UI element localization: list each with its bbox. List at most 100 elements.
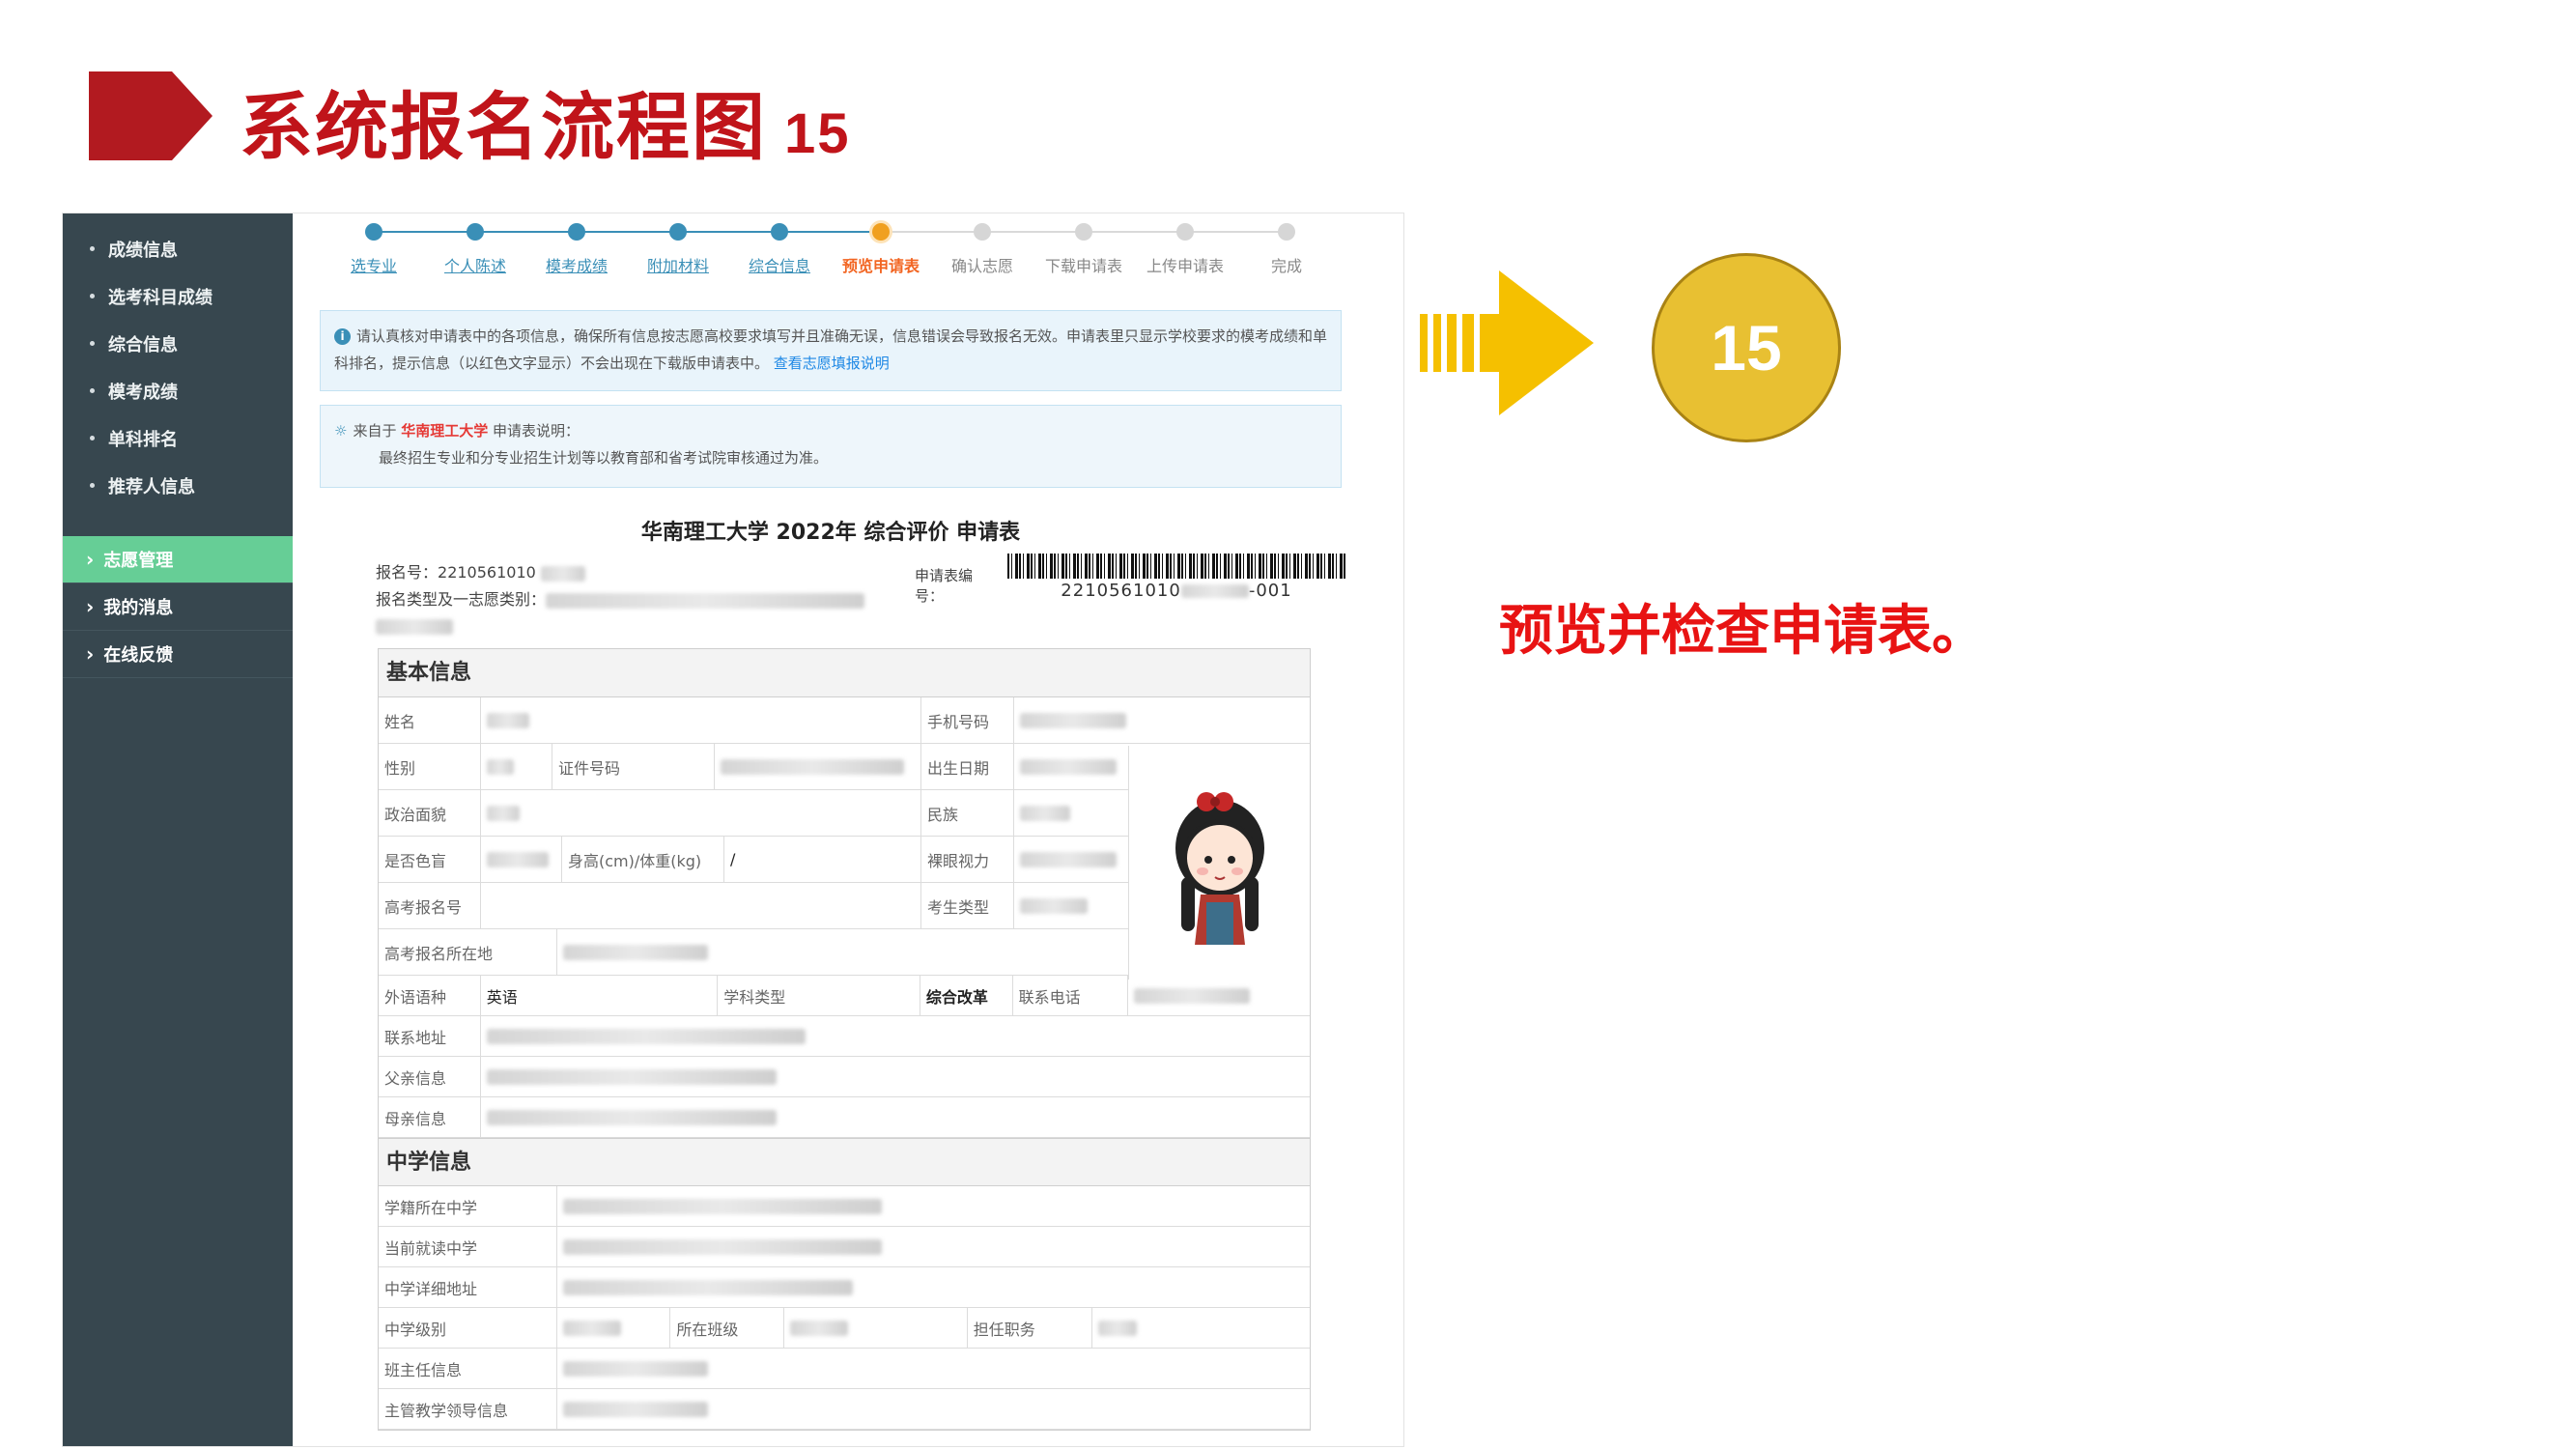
sidebar-nav-item[interactable]: › 在线反馈 bbox=[63, 631, 293, 678]
step-circle-icon bbox=[1176, 223, 1194, 241]
form-title: 华南理工大学 2022年 综合评价 申请表 bbox=[640, 521, 1021, 545]
label-duty: 担任职务 bbox=[968, 1308, 1093, 1348]
application-form-table: 基本信息 姓名 手机号码 性别 证件号码 出生日期 政治面貌 民族 是否色盲 身… bbox=[378, 648, 1311, 1431]
sidebar-item[interactable]: 推荐人信息 bbox=[63, 462, 293, 509]
bullet-icon bbox=[90, 246, 95, 251]
label-id-no: 证件号码 bbox=[552, 744, 715, 789]
next-arrow-icon bbox=[1420, 270, 1594, 415]
slide-title-number: 15 bbox=[784, 102, 851, 165]
sidebar-nav-item[interactable]: › 我的消息 bbox=[63, 583, 293, 631]
label-birth: 出生日期 bbox=[921, 744, 1014, 789]
step-label: 完成 bbox=[1270, 257, 1302, 275]
step-number-badge: 15 bbox=[1652, 253, 1841, 442]
bullet-icon bbox=[90, 294, 95, 298]
sidebar-nav-label: 我的消息 bbox=[103, 598, 174, 618]
label-ethnic: 民族 bbox=[921, 790, 1014, 836]
sidebar-item-label: 推荐人信息 bbox=[108, 476, 195, 497]
bullet-icon bbox=[90, 483, 95, 488]
label-reg-school: 学籍所在中学 bbox=[379, 1186, 557, 1226]
applicant-photo bbox=[1128, 746, 1310, 980]
label-class: 所在班级 bbox=[670, 1308, 785, 1348]
chevron-right-icon: › bbox=[86, 595, 95, 618]
label-teacher: 班主任信息 bbox=[379, 1349, 557, 1388]
label-height-weight: 身高(cm)/体重(kg) bbox=[562, 837, 724, 882]
label-lang: 外语语种 bbox=[379, 976, 481, 1015]
value-subject-type: 综合改革 bbox=[920, 976, 1013, 1015]
application-number: 申请表编号： 2210561010 -001 bbox=[915, 554, 1345, 606]
sidebar-item-label: 成绩信息 bbox=[108, 240, 178, 261]
step-circle-icon bbox=[467, 223, 484, 241]
label-gender: 性别 bbox=[379, 744, 481, 789]
stepper-step: 完成 bbox=[1238, 223, 1335, 276]
step-label: 综合信息 bbox=[748, 257, 810, 275]
basic-info-header: 基本信息 bbox=[379, 649, 1310, 697]
label-eyesight: 裸眼视力 bbox=[921, 837, 1014, 882]
notice2-prefix: 来自于 bbox=[353, 422, 397, 440]
avatar-icon bbox=[1175, 792, 1264, 945]
step-circle-icon bbox=[669, 223, 687, 241]
sidebar-item-label: 模考成绩 bbox=[108, 382, 178, 403]
label-exam-type: 考生类型 bbox=[921, 883, 1014, 928]
label-name: 姓名 bbox=[379, 697, 481, 743]
barcode-icon bbox=[1007, 554, 1345, 579]
label-colorblind: 是否色盲 bbox=[379, 837, 481, 882]
step-circle-icon bbox=[568, 223, 585, 241]
step-label: 个人陈述 bbox=[443, 257, 506, 275]
step-circle-icon bbox=[872, 223, 890, 241]
sidebar-item[interactable]: 单科排名 bbox=[63, 414, 293, 462]
application-screenshot: 成绩信息 选考科目成绩 综合信息 模考成绩 单科排名 推荐人信息 › 志愿管理 › 我的消息 › 在… bbox=[62, 213, 1404, 1447]
sidebar-nav: › 志愿管理 › 我的消息 › 在线反馈 bbox=[63, 536, 293, 678]
label-level: 中学级别 bbox=[379, 1308, 557, 1348]
label-address: 联系地址 bbox=[379, 1016, 481, 1056]
stepper-step[interactable]: 附加材料 bbox=[630, 223, 726, 276]
reg-no-label: 报名号： bbox=[376, 563, 439, 582]
label-school-addr: 中学详细地址 bbox=[379, 1267, 557, 1307]
sidebar: 成绩信息 选考科目成绩 综合信息 模考成绩 单科排名 推荐人信息 › 志愿管理 › 我的消息 › 在… bbox=[63, 213, 293, 1446]
stepper-step[interactable]: 模考成绩 bbox=[528, 223, 625, 276]
step-label: 附加材料 bbox=[646, 257, 709, 275]
notice2-suffix: 申请表说明： bbox=[493, 422, 580, 440]
school-notice-box: ☼ 来自于 华南理工大学 申请表说明： 最终招生专业和分专业招生计划等以教育部和省… bbox=[320, 405, 1342, 488]
reg-no-value: 2210561010 bbox=[438, 563, 536, 582]
slide-title-text: 系统报名流程图 bbox=[240, 84, 767, 170]
sidebar-nav-item[interactable]: › 志愿管理 bbox=[63, 536, 293, 583]
stepper-step: 下载申请表 bbox=[1035, 223, 1132, 276]
sidebar-item[interactable]: 综合信息 bbox=[63, 320, 293, 367]
chevron-right-icon: › bbox=[86, 548, 95, 571]
sidebar-item[interactable]: 模考成绩 bbox=[63, 367, 293, 414]
label-politics: 政治面貌 bbox=[379, 790, 481, 836]
label-father: 父亲信息 bbox=[379, 1057, 481, 1096]
sidebar-item[interactable]: 成绩信息 bbox=[63, 225, 293, 272]
label-cur-school: 当前就读中学 bbox=[379, 1227, 557, 1266]
sidebar-item-label: 单科排名 bbox=[108, 429, 178, 450]
step-label: 模考成绩 bbox=[545, 257, 608, 275]
chevron-right-icon: › bbox=[86, 642, 95, 666]
fill-guide-link[interactable]: 查看志愿填报说明 bbox=[774, 355, 890, 372]
sidebar-item[interactable]: 选考科目成绩 bbox=[63, 272, 293, 320]
step-label: 下载申请表 bbox=[1044, 257, 1122, 275]
step-caption: 预览并检查申请表。 bbox=[1499, 600, 1986, 663]
label-contact-phone: 联系电话 bbox=[1013, 976, 1129, 1015]
school-info-header: 中学信息 bbox=[379, 1138, 1310, 1186]
stepper-step: 上传申请表 bbox=[1137, 223, 1233, 276]
stepper-step[interactable]: 个人陈述 bbox=[427, 223, 524, 276]
step-label: 上传申请表 bbox=[1146, 257, 1224, 275]
stepper-step: 确认志愿 bbox=[934, 223, 1031, 276]
step-label: 确认志愿 bbox=[950, 257, 1013, 275]
stepper-step[interactable]: 选专业 bbox=[326, 223, 422, 276]
stepper-step[interactable]: 综合信息 bbox=[731, 223, 828, 276]
form-meta: 报名号：2210561010 报名类型及一志愿类别： 申请表编号： 221056… bbox=[316, 554, 1345, 640]
info-icon: i bbox=[334, 328, 351, 345]
label-leader: 主管教学领导信息 bbox=[379, 1389, 557, 1429]
sidebar-item-label: 综合信息 bbox=[108, 334, 178, 355]
label-subject-type: 学科类型 bbox=[718, 976, 920, 1015]
label-gk-no: 高考报名号 bbox=[379, 883, 481, 928]
reg-type-label: 报名类型及一志愿类别： bbox=[376, 590, 547, 609]
step-label: 选专业 bbox=[350, 257, 397, 275]
bullet-icon bbox=[90, 436, 95, 440]
label-mother: 母亲信息 bbox=[379, 1097, 481, 1137]
step-circle-icon bbox=[1278, 223, 1295, 241]
notice-box: i 请认真核对申请表中的各项信息，确保所有信息按志愿高校要求填写并且准确无误，信息… bbox=[320, 310, 1342, 391]
progress-stepper: 选专业 个人陈述 模考成绩 附加材料 综合信息 预览申请表 确认志愿 下载申请表 上传申请表 完成 bbox=[316, 213, 1345, 293]
stepper-step: 预览申请表 bbox=[833, 223, 929, 276]
